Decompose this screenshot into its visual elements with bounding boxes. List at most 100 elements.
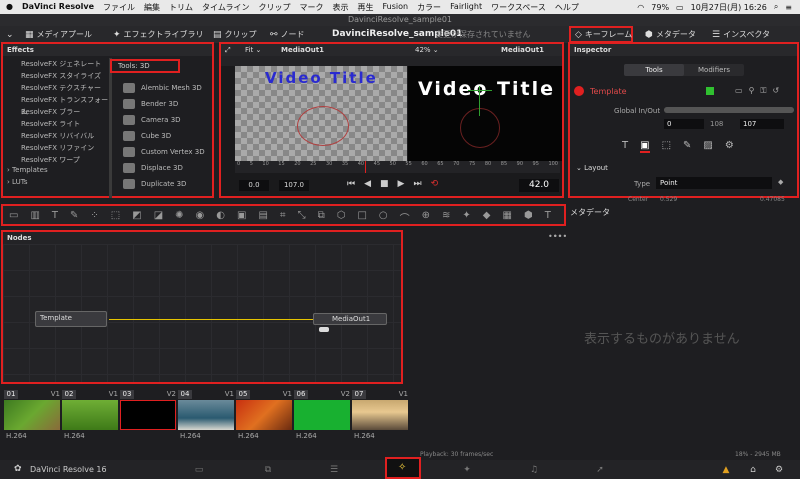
menu-trim[interactable]: トリム [169,2,193,13]
deliver-page-icon[interactable]: ➚ [593,465,607,475]
keyframe-diamond-icon[interactable]: ◆ [778,178,783,186]
loop-icon[interactable]: ⟲ [431,179,439,189]
menu-view[interactable]: 表示 [332,2,348,13]
settings-icon[interactable]: ⚙ [772,465,786,475]
luts-item[interactable]: › LUTs [7,178,28,186]
effects-library-button[interactable]: ✦ エフェクトライブラリ [113,28,204,41]
text3d-icon[interactable]: T [545,210,551,225]
nodes-options-icon[interactable]: ••• [548,232,562,241]
search-icon[interactable]: ⌕ [774,2,778,12]
effects-list-item[interactable]: ResolveFX ブラー [21,106,111,118]
go-to-end-icon[interactable]: ⏭ [413,179,421,189]
text-tool-icon[interactable]: T [52,210,58,225]
tab-modifiers[interactable]: Modifiers [684,64,744,76]
rectangle-tool-icon[interactable]: □ [357,210,366,225]
fairlight-page-icon[interactable]: ♫ [527,465,541,475]
brush-tool-icon[interactable]: ✎ [70,210,78,225]
shading-tab-icon[interactable]: ✎ [683,140,691,153]
effects-list-item[interactable]: ResolveFX リバイバル [21,130,111,142]
clip-item[interactable]: 03 V2 [120,390,176,440]
node-color-swatch[interactable] [706,87,714,95]
menu-fairlight[interactable]: Fairlight [450,2,482,13]
menu-mark[interactable]: マーク [299,2,323,13]
tool-item[interactable]: Displace 3D [123,160,213,176]
effects-list-item[interactable]: ResolveFX ライト [21,118,111,130]
type-dropdown[interactable]: Point [656,177,772,189]
fit-dropdown[interactable]: Fit ⌄ [245,46,261,54]
effects-scrollbar[interactable] [109,58,112,198]
effects-list-item[interactable]: ResolveFX リファイン [21,142,111,154]
menu-clip[interactable]: クリップ [258,2,290,13]
merge-tool-icon[interactable]: ◩ [132,210,141,225]
tool-item[interactable]: Duplicate 3D [123,176,213,192]
menu-davinci[interactable]: DaVinci Resolve [22,2,94,13]
light-tool-icon[interactable]: ✺ [175,210,183,225]
menu-help[interactable]: ヘルプ [555,2,579,13]
clip-item[interactable]: 05 V1 H.264 [236,390,292,440]
tools-3d-header[interactable]: Tools: 3D [110,59,180,73]
menu-timeline[interactable]: タイムライン [202,2,249,13]
tracker-tool-icon[interactable]: ⊕ [422,210,430,225]
merge3d-tool-icon[interactable]: ⧉ [318,210,325,225]
crop-tool-icon[interactable]: ⌗ [280,210,286,225]
mask-tool-icon[interactable]: ▣ [237,210,246,225]
bspline-tool-icon[interactable]: ⌒ [400,210,410,225]
clip-item[interactable]: 06 V2 H.264 [294,390,350,440]
matte-tool-icon[interactable]: ◪ [154,210,163,225]
panel-toggle-button[interactable]: ⌄ [6,28,14,41]
renderer3d-icon[interactable]: ⬢ [524,210,533,225]
menu-fusion[interactable]: Fusion [382,2,408,13]
right-viewer-name[interactable]: MediaOut1 [501,46,544,54]
stop-icon[interactable]: ■ [380,179,389,189]
color-page-icon[interactable]: ✦ [460,465,474,475]
tab-tools[interactable]: Tools [624,64,684,76]
left-viewer-canvas[interactable]: Video Title [235,66,407,161]
mediaout-node[interactable]: MediaOut1 [313,313,387,325]
menu-edit[interactable]: 編集 [144,2,160,13]
settings-tab-icon[interactable]: ⚙ [725,140,734,153]
media-page-icon[interactable]: ▭ [192,465,206,475]
template-node[interactable]: Template [35,311,107,327]
channel-tool-icon[interactable]: ▤ [258,210,267,225]
global-in-field[interactable]: 0 [664,119,704,129]
effects-list-item[interactable]: ResolveFX テクスチャー [21,82,111,94]
tool-item[interactable]: Alembic Mesh 3D [123,80,213,96]
expand-icon[interactable]: ⤢ [225,46,231,55]
clip-item[interactable]: 04 V1 H.264 [178,390,234,440]
tool-item[interactable]: Bender 3D [123,96,213,112]
reset-icon[interactable]: ↺ [773,86,780,96]
menu-list-icon[interactable]: ≡ [785,3,792,12]
clips-button[interactable]: ▤ クリップ [213,28,257,41]
blur-tool-icon[interactable]: ◉ [196,210,205,225]
nodes-button[interactable]: ⚯ ノード [270,28,305,41]
tool-item[interactable]: Custom Vertex 3D [123,144,213,160]
media-pool-button[interactable]: ▦ メディアプール [25,28,92,41]
tool-item[interactable]: Cube 3D [123,128,213,144]
cut-page-icon[interactable]: ⧉ [261,465,275,475]
text-tab-icon[interactable]: T [622,140,628,153]
layout-tab-icon[interactable]: ▣ [640,140,650,153]
edit-page-icon[interactable]: ☰ [327,465,341,475]
zoom-dropdown[interactable]: 42% ⌄ [415,46,439,54]
clock[interactable]: 10月27日(月) 16:26 [691,2,767,13]
ellipse-tool-icon[interactable]: ○ [379,210,388,225]
timeline-ruler[interactable]: 0 5 10 15 20 25 30 35 40 45 50 55 60 65 … [235,161,560,173]
x-axis-handle[interactable] [468,90,492,91]
warning-icon[interactable]: ▲ [719,465,733,475]
out-time-field[interactable]: 107.0 [279,180,309,191]
effects-list-item[interactable]: ResolveFX ワープ [21,154,111,166]
menu-file[interactable]: ファイル [103,2,135,13]
color-tool-icon[interactable]: ◐ [216,210,225,225]
paint-tool-icon[interactable]: ▥ [30,210,39,225]
effects-list-item[interactable]: ResolveFX ジェネレート [21,58,111,70]
templates-item[interactable]: › Templates [7,166,48,174]
play-reverse-icon[interactable]: ◀ [364,179,371,189]
layout-section-header[interactable]: ⌄ Layout [576,164,608,172]
keyframes-button[interactable]: ◇ キーフレーム [569,26,633,43]
particle-tool-icon[interactable]: ⁘ [90,210,98,225]
clip-item[interactable]: 01 V1 H.264 [4,390,60,440]
playhead[interactable] [365,161,366,173]
apple-menu-icon[interactable]: ● [6,2,13,13]
menu-workspace[interactable]: ワークスペース [491,2,546,13]
center-x-value[interactable]: 0.529 [660,196,677,203]
